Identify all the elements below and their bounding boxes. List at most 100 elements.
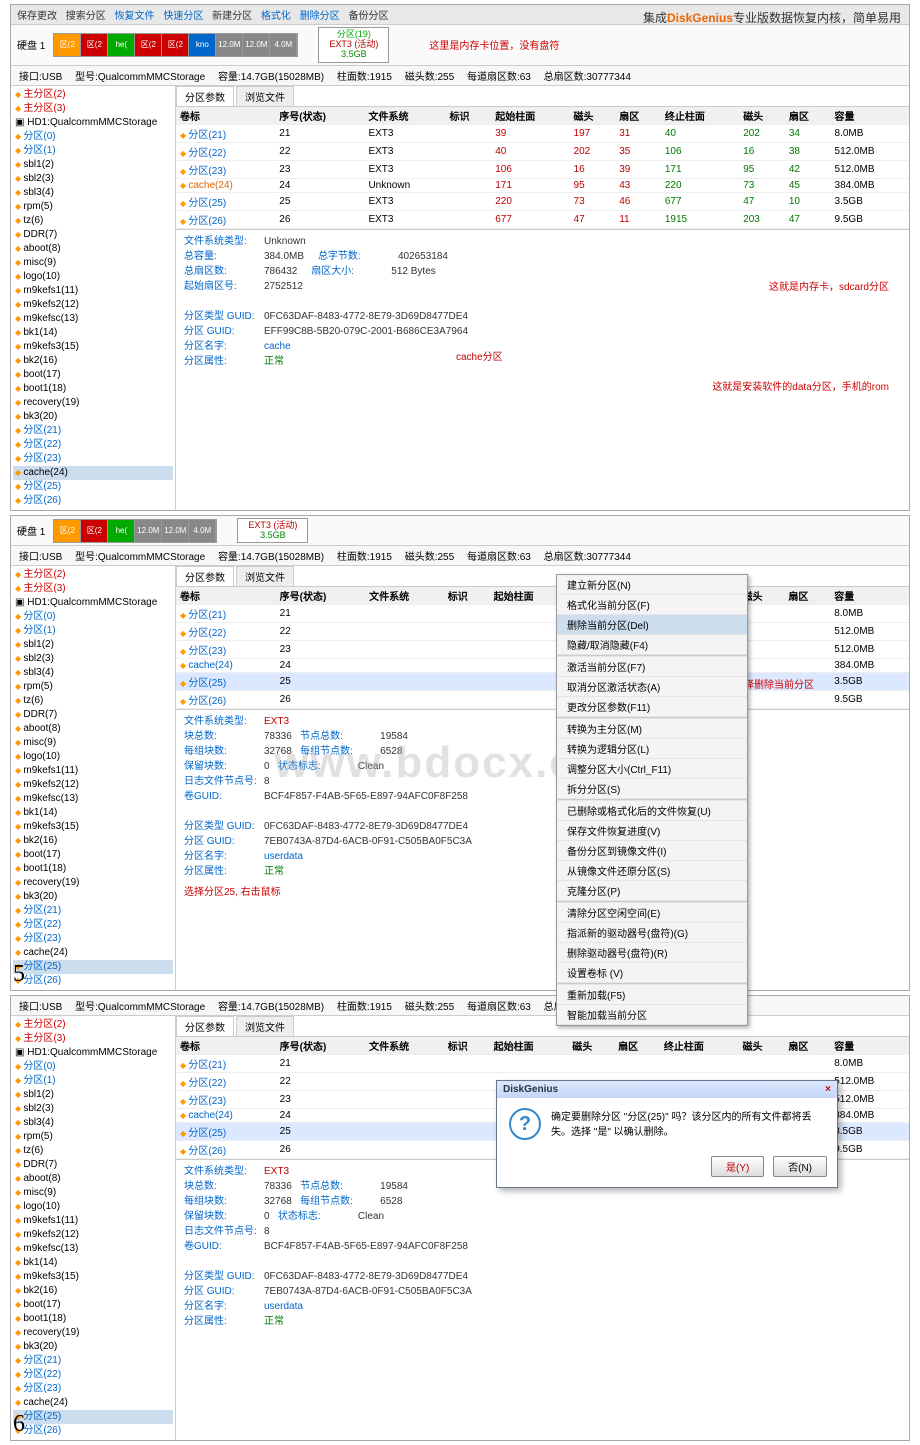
tree-item[interactable]: 分区(0) (13, 1060, 173, 1074)
table-row[interactable]: 分区(21)21EXT3391973140202348.0MB (176, 124, 909, 142)
tree-item[interactable]: 分区(23) (13, 452, 173, 466)
menu-item[interactable]: 删除驱动器号(盘符)(R) (557, 943, 747, 963)
tb-backup[interactable]: 备份分区 (348, 11, 388, 22)
menu-item[interactable]: 已删除或格式化后的文件恢复(U) (557, 801, 747, 821)
tree-item[interactable]: boot(17) (13, 1298, 173, 1312)
tree-item[interactable]: logo(10) (13, 270, 173, 284)
tree-item[interactable]: m9kefs3(15) (13, 1270, 173, 1284)
table-row[interactable]: 分区(22)22EXT340202351061638512.0MB (176, 142, 909, 160)
tree-item[interactable]: tz(6) (13, 694, 173, 708)
tree-item[interactable]: sbl1(2) (13, 1088, 173, 1102)
menu-item[interactable]: 备份分区到镜像文件(I) (557, 841, 747, 861)
table-row[interactable]: 分区(25)25EXT3220734667747103.5GB (176, 192, 909, 210)
tree-item[interactable]: bk3(20) (13, 410, 173, 424)
tree-item[interactable]: 分区(21) (13, 904, 173, 918)
tb-recover[interactable]: 恢复文件 (115, 11, 155, 22)
tb-search[interactable]: 搜索分区 (66, 11, 106, 22)
table-row[interactable]: 分区(23)23EXT310616391719542512.0MB (176, 160, 909, 178)
yes-button[interactable]: 是(Y) (711, 1156, 764, 1177)
tree-item[interactable]: 分区(0) (13, 130, 173, 144)
tree-item[interactable]: recovery(19) (13, 876, 173, 890)
menu-item[interactable]: 克隆分区(P) (557, 881, 747, 901)
tree-item[interactable]: 分区(26) (13, 494, 173, 508)
menu-item[interactable]: 指派新的驱动器号(盘符)(G) (557, 923, 747, 943)
tree-item[interactable]: sbl2(3) (13, 1102, 173, 1116)
tree-item[interactable]: m9kefsc(13) (13, 792, 173, 806)
tree-item[interactable]: 分区(25) (13, 960, 173, 974)
tree-item[interactable]: boot1(18) (13, 862, 173, 876)
tab-browse[interactable]: 浏览文件 (236, 1016, 294, 1036)
table-row[interactable]: 分区(21)218.0MB (176, 1055, 909, 1073)
menu-item[interactable]: 取消分区激活状态(A) (557, 677, 747, 697)
tree-item[interactable]: cache(24) (13, 1396, 173, 1410)
tree-item[interactable]: 主分区(2) (13, 1018, 173, 1032)
partition-tree-2[interactable]: 主分区(2)主分区(3)▣ HD1:QualcommMMCStorage 分区(… (11, 566, 176, 990)
tree-item[interactable]: sbl1(2) (13, 638, 173, 652)
menu-item[interactable]: 调整分区大小(Ctrl_F11) (557, 759, 747, 779)
table-row[interactable]: cache(24)24Unknown17195432207345384.0MB (176, 178, 909, 192)
partition-tree-1[interactable]: 主分区(2)主分区(3)▣ HD1:QualcommMMCStorage 分区(… (11, 86, 176, 510)
tree-item[interactable]: recovery(19) (13, 1326, 173, 1340)
table-row[interactable]: 分区(21)218.0MB (176, 605, 909, 623)
menu-item[interactable]: 拆分分区(S) (557, 779, 747, 799)
tree-item[interactable]: tz(6) (13, 214, 173, 228)
tree-item[interactable]: bk3(20) (13, 890, 173, 904)
tree-item[interactable]: sbl3(4) (13, 666, 173, 680)
menu-item[interactable]: 转换为主分区(M) (557, 719, 747, 739)
tree-item[interactable]: 分区(25) (13, 1410, 173, 1424)
tree-item[interactable]: rpm(5) (13, 200, 173, 214)
tree-item[interactable]: logo(10) (13, 1200, 173, 1214)
tree-item[interactable]: 分区(23) (13, 1382, 173, 1396)
tree-item[interactable]: cache(24) (13, 946, 173, 960)
tree-item[interactable]: bk1(14) (13, 1256, 173, 1270)
tb-new[interactable]: 新建分区 (212, 11, 252, 22)
tree-item[interactable]: misc(9) (13, 736, 173, 750)
tree-item[interactable]: m9kefs2(12) (13, 778, 173, 792)
tree-item[interactable]: boot1(18) (13, 382, 173, 396)
menu-item[interactable]: 隐藏/取消隐藏(F4) (557, 635, 747, 655)
menu-item[interactable]: 设置卷标 (V) (557, 963, 747, 983)
table-row[interactable]: 分区(22)22512.0MB (176, 623, 909, 641)
table-row[interactable]: 分区(23)23512.0MB (176, 641, 909, 659)
tree-item[interactable]: bk2(16) (13, 1284, 173, 1298)
context-menu[interactable]: 建立新分区(N)格式化当前分区(F)删除当前分区(Del)隐藏/取消隐藏(F4)… (556, 574, 748, 1026)
table-row[interactable]: cache(24)24384.0MB (176, 659, 909, 673)
menu-item[interactable]: 从镜像文件还原分区(S) (557, 861, 747, 881)
tree-item[interactable]: cache(24) (13, 466, 173, 480)
tree-item[interactable]: 分区(1) (13, 1074, 173, 1088)
table-row[interactable]: 分区(26)26EXT367747111915203479.5GB (176, 210, 909, 228)
tree-item[interactable]: DDR(7) (13, 708, 173, 722)
tree-item[interactable]: m9kefs2(12) (13, 1228, 173, 1242)
tree-item[interactable]: sbl2(3) (13, 172, 173, 186)
tree-item[interactable]: 分区(21) (13, 1354, 173, 1368)
partition-tree-3[interactable]: 主分区(2)主分区(3)▣ HD1:QualcommMMCStorage 分区(… (11, 1016, 176, 1440)
tree-item[interactable]: 主分区(3) (13, 1032, 173, 1046)
tab-params[interactable]: 分区参数 (176, 86, 234, 106)
tree-item[interactable]: aboot(8) (13, 1172, 173, 1186)
tree-item[interactable]: m9kefs3(15) (13, 820, 173, 834)
tree-item[interactable]: 分区(1) (13, 624, 173, 638)
tree-item[interactable]: bk2(16) (13, 354, 173, 368)
tree-item[interactable]: sbl3(4) (13, 186, 173, 200)
tree-item[interactable]: 分区(22) (13, 918, 173, 932)
menu-item[interactable]: 更改分区参数(F11) (557, 697, 747, 717)
tree-item[interactable]: 分区(0) (13, 610, 173, 624)
tree-item[interactable]: DDR(7) (13, 1158, 173, 1172)
menu-item[interactable]: 格式化当前分区(F) (557, 595, 747, 615)
tree-disk[interactable]: ▣ HD1:QualcommMMCStorage (13, 1046, 173, 1060)
tree-item[interactable]: sbl1(2) (13, 158, 173, 172)
tree-item[interactable]: misc(9) (13, 256, 173, 270)
tree-item[interactable]: 分区(23) (13, 932, 173, 946)
tree-item[interactable]: DDR(7) (13, 228, 173, 242)
tree-item[interactable]: rpm(5) (13, 680, 173, 694)
tree-item[interactable]: 分区(22) (13, 438, 173, 452)
tree-item[interactable]: 分区(26) (13, 1424, 173, 1438)
tree-item[interactable]: 分区(25) (13, 480, 173, 494)
tree-item[interactable]: logo(10) (13, 750, 173, 764)
tree-item[interactable]: misc(9) (13, 1186, 173, 1200)
tree-item[interactable]: tz(6) (13, 1144, 173, 1158)
tree-item[interactable]: bk3(20) (13, 1340, 173, 1354)
tree-item[interactable]: aboot(8) (13, 722, 173, 736)
tree-disk[interactable]: ▣ HD1:QualcommMMCStorage (13, 596, 173, 610)
no-button[interactable]: 否(N) (773, 1156, 827, 1177)
